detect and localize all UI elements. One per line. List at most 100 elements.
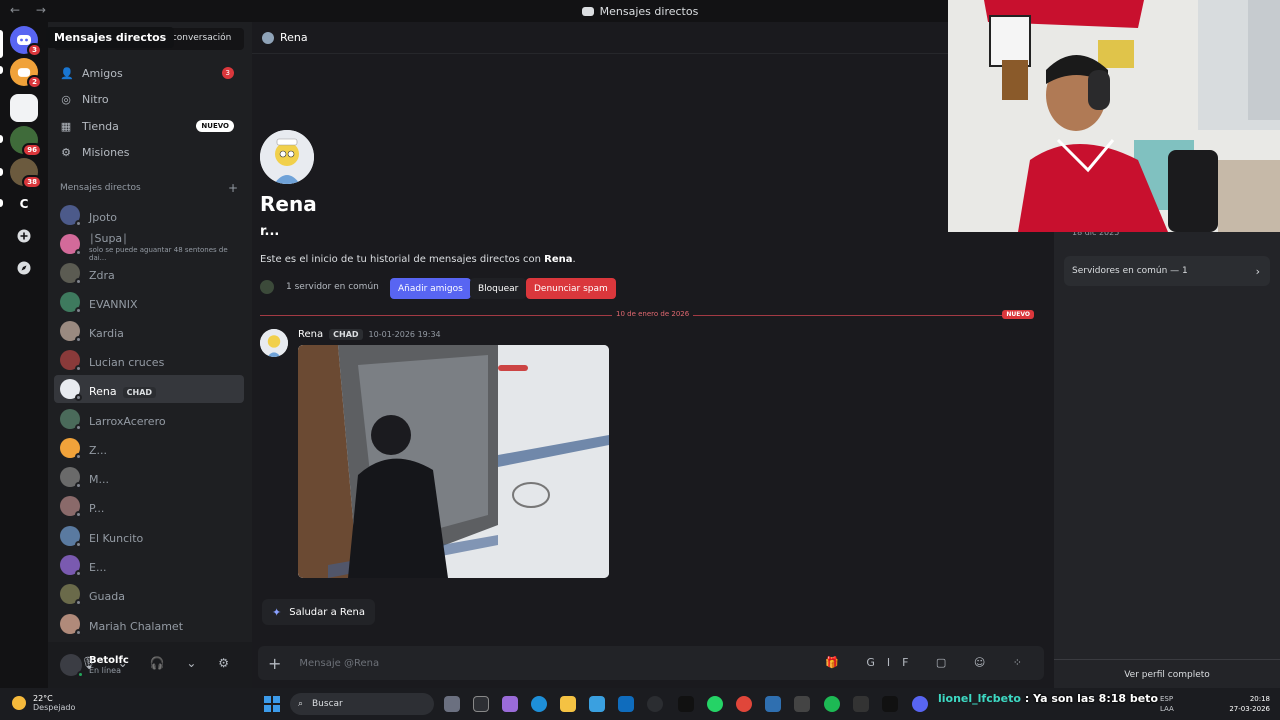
app-icon[interactable] xyxy=(794,696,810,712)
chat-message: : Ya son las 8:18 beto xyxy=(1024,692,1159,705)
add-friend-button[interactable]: Añadir amigos xyxy=(390,278,471,299)
status-indicator xyxy=(75,570,82,577)
discover-button[interactable] xyxy=(10,254,38,282)
avatar xyxy=(60,555,82,577)
message-composer[interactable]: + Mensaje @Rena 🎁 GIF ▢ ☺ ⁘ xyxy=(258,646,1044,680)
wave-button[interactable]: ✦ Saludar a Rena xyxy=(262,599,375,625)
create-dm-button[interactable]: + xyxy=(228,181,238,195)
status-indicator xyxy=(75,278,82,285)
nav-nitro[interactable]: ◎ Nitro xyxy=(54,86,244,112)
unread-badge: 38 xyxy=(22,175,42,189)
message-header: Rena CHAD 10-01-2026 19:34 xyxy=(298,329,441,340)
dm-list-item[interactable]: Kardia xyxy=(54,317,244,345)
windows-start-button[interactable] xyxy=(264,696,280,712)
profile-avatar[interactable] xyxy=(260,130,314,184)
voice-controls[interactable]: 🎙 ⌄ 🎧 ⌄ ⚙ xyxy=(81,656,238,670)
app-icon[interactable] xyxy=(765,696,781,712)
dm-list-item[interactable]: Jpoto xyxy=(54,201,244,229)
status-indicator xyxy=(75,629,82,636)
dm-list-item[interactable]: M... xyxy=(54,463,244,491)
store-icon[interactable] xyxy=(589,696,605,712)
profile-name: Rena xyxy=(260,192,317,216)
spotify-icon[interactable] xyxy=(824,696,840,712)
status-indicator xyxy=(75,249,82,256)
dm-list-item[interactable]: Rena CHAD xyxy=(54,375,244,403)
server-icon[interactable]: 2 xyxy=(10,58,42,89)
new-badge: NUEVO xyxy=(196,120,234,132)
message-avatar[interactable] xyxy=(260,329,288,357)
copilot-icon[interactable] xyxy=(502,696,518,712)
avatar xyxy=(60,614,82,636)
chat-area: Rena Rena r... Este es el inicio de tu h… xyxy=(252,22,1054,688)
search-icon: ⌕ xyxy=(298,699,304,709)
app-icon[interactable] xyxy=(473,696,489,712)
dm-text: LarroxAcerero xyxy=(89,410,166,429)
wave-icon: ✦ xyxy=(272,605,282,619)
outlook-icon[interactable] xyxy=(618,696,634,712)
server-icon[interactable] xyxy=(10,94,38,122)
task-view-icon[interactable] xyxy=(444,696,460,712)
nav-quests[interactable]: ⚙ Misiones xyxy=(54,139,244,165)
avatar xyxy=(60,379,82,401)
dm-text: Guada xyxy=(89,585,125,604)
message-image[interactable] xyxy=(298,345,609,578)
taskbar-search[interactable]: ⌕ Buscar xyxy=(290,693,434,715)
dm-list-item[interactable]: Lucian cruces xyxy=(54,346,244,374)
unread-badge: 3 xyxy=(27,43,42,57)
avatar xyxy=(60,263,82,285)
mutual-servers[interactable]: 1 servidor en común xyxy=(260,280,379,294)
avatar xyxy=(60,350,82,372)
dm-list-item[interactable]: El Kuncito xyxy=(54,522,244,550)
dm-list-item[interactable]: LarroxAcerero xyxy=(54,405,244,433)
composer-tools[interactable]: 🎁 GIF ▢ ☺ ⁘ xyxy=(825,656,1034,669)
dm-list-item[interactable]: ∣Supa∣ solo se puede aguantar 48 sentones… xyxy=(54,230,244,262)
dm-list-item[interactable]: Guada xyxy=(54,580,244,608)
whatsapp-icon[interactable] xyxy=(707,696,723,712)
system-clock[interactable]: 20:18 27-03-2026 xyxy=(1229,694,1270,714)
edge-icon[interactable] xyxy=(531,696,547,712)
dm-name: Z... xyxy=(89,443,108,457)
tiktok-icon[interactable] xyxy=(678,696,694,712)
server-icon[interactable]: 38 xyxy=(10,158,42,189)
app-icon[interactable] xyxy=(853,696,869,712)
avatar xyxy=(60,205,82,227)
nav-friends[interactable]: 👤 Amigos 3 xyxy=(54,60,244,86)
file-explorer-icon[interactable] xyxy=(560,696,576,712)
lang-label: ESP xyxy=(1160,695,1174,703)
nav-label: Misiones xyxy=(82,145,130,159)
dm-name: Lucian cruces xyxy=(89,355,165,369)
dm-list-item[interactable]: Mariah Chalamet xyxy=(54,610,244,638)
status-indicator xyxy=(75,424,82,431)
dm-list-item[interactable]: EVANNIX xyxy=(54,288,244,316)
dm-list-item[interactable]: P... xyxy=(54,492,244,520)
server-icon[interactable]: C xyxy=(10,190,38,218)
tiktok-icon[interactable] xyxy=(882,696,898,712)
add-server-button[interactable] xyxy=(10,222,38,250)
discord-taskbar-icon[interactable] xyxy=(912,696,928,712)
avatar xyxy=(262,31,274,44)
message-author[interactable]: Rena xyxy=(298,329,323,340)
server-icon[interactable]: 96 xyxy=(10,126,42,157)
dm-text: M... xyxy=(89,468,109,487)
quests-icon: ⚙ xyxy=(61,146,71,159)
nav-shop[interactable]: ▦ Tienda NUEVO xyxy=(54,113,244,139)
weather-widget[interactable]: 22°C Despejado xyxy=(12,694,75,712)
dm-list-item[interactable]: Z... xyxy=(54,434,244,462)
attach-plus-icon[interactable]: + xyxy=(268,654,281,673)
chrome-icon[interactable] xyxy=(736,696,752,712)
app-icon[interactable] xyxy=(647,696,663,712)
block-button[interactable]: Bloquear xyxy=(470,278,527,299)
dm-list-item[interactable]: E... xyxy=(54,551,244,579)
new-messages-divider: 10 de enero de 2026 NUEVO xyxy=(260,310,1034,319)
view-full-profile-button[interactable]: Ver perfil completo xyxy=(1054,659,1280,680)
direct-messages-button[interactable]: 3 xyxy=(10,26,42,57)
language-indicator[interactable]: ESP LAA xyxy=(1160,694,1174,714)
nav-arrows[interactable]: ← → xyxy=(10,3,52,17)
mutual-servers-row[interactable]: Servidores en común — 1 › xyxy=(1064,256,1270,286)
unread-pill xyxy=(0,168,3,176)
message-input[interactable]: Mensaje @Rena xyxy=(299,658,379,669)
dm-text: El Kuncito xyxy=(89,527,143,546)
dm-list-item[interactable]: Zdra xyxy=(54,259,244,287)
report-spam-button[interactable]: Denunciar spam xyxy=(526,278,616,299)
avatar[interactable] xyxy=(60,654,84,678)
